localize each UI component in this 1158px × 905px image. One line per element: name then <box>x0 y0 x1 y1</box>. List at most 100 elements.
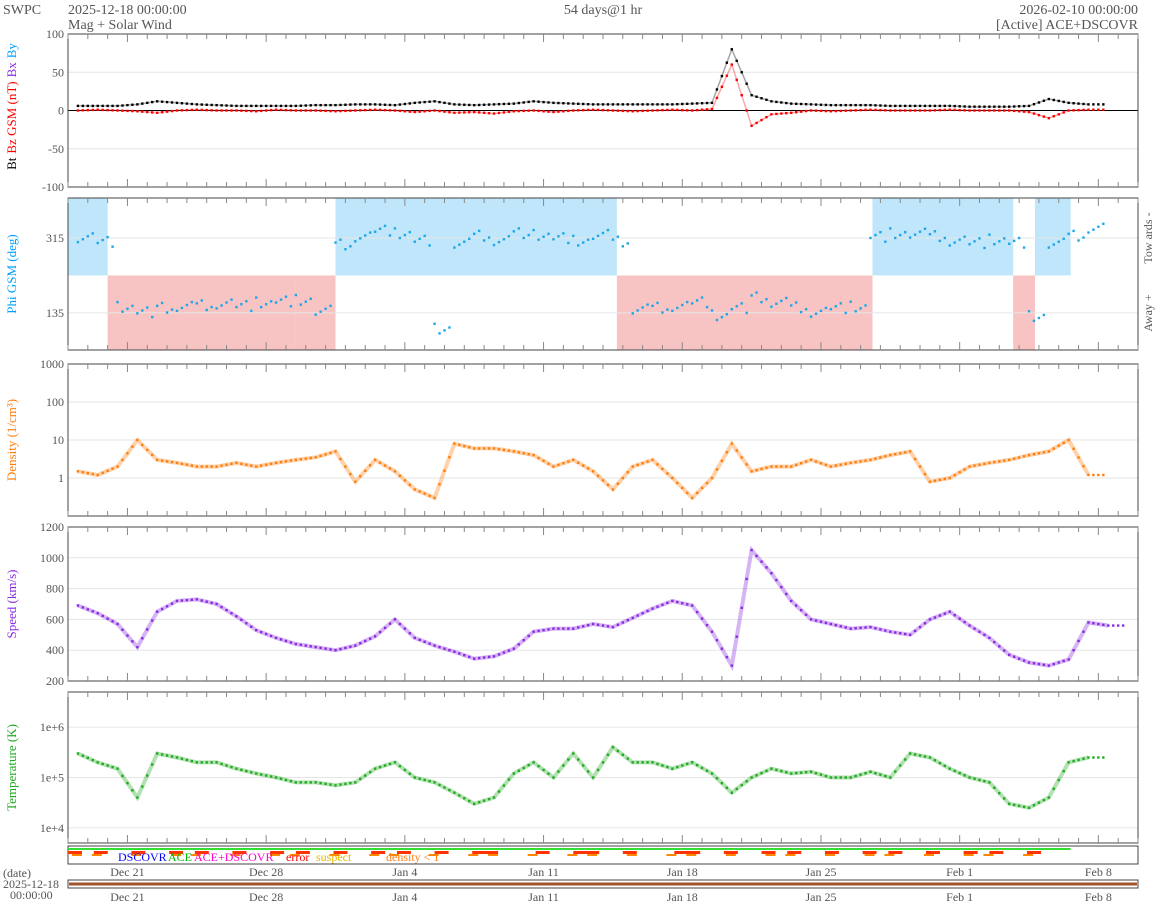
data-point <box>715 88 719 91</box>
data-point <box>101 614 104 618</box>
data-point <box>814 460 818 463</box>
data-point <box>770 305 773 308</box>
error-flag <box>68 851 82 854</box>
data-point <box>180 109 184 112</box>
y-tick-label: -50 <box>48 142 64 156</box>
data-point <box>542 768 545 772</box>
data-point <box>468 446 471 449</box>
data-point <box>973 109 976 112</box>
legend-suspect: suspect <box>316 850 352 864</box>
data-point <box>1012 109 1016 113</box>
data-point <box>165 110 169 113</box>
data-point <box>1092 473 1095 477</box>
data-point <box>700 296 704 299</box>
data-point <box>235 109 238 112</box>
data-point <box>591 622 595 626</box>
data-point <box>349 645 352 648</box>
data-point <box>294 293 298 297</box>
data-point <box>121 458 124 462</box>
data-point <box>794 102 798 106</box>
data-point <box>170 602 174 605</box>
data-point <box>398 109 402 113</box>
data-point <box>720 459 724 463</box>
data-point <box>453 442 456 445</box>
data-point <box>220 464 223 467</box>
data-point <box>284 778 288 782</box>
data-point <box>448 102 451 105</box>
data-point <box>844 776 847 779</box>
data-point <box>1022 110 1026 113</box>
data-point <box>1003 797 1006 800</box>
data-point <box>641 306 644 309</box>
data-point <box>200 465 203 468</box>
data-point <box>354 109 357 112</box>
data-point <box>185 598 189 602</box>
data-point <box>443 647 446 650</box>
data-point <box>309 109 312 112</box>
data-point <box>1121 624 1125 627</box>
data-point <box>1022 104 1026 108</box>
data-point <box>423 778 426 782</box>
data-point <box>547 772 550 775</box>
data-point <box>507 102 511 106</box>
data-point <box>121 109 124 112</box>
data-point <box>745 463 748 466</box>
data-point <box>814 312 818 315</box>
x-tick-label: Jan 4 <box>392 865 417 879</box>
data-point <box>378 108 382 112</box>
data-point <box>844 103 847 107</box>
data-point <box>334 241 337 244</box>
data-point <box>923 622 927 625</box>
density-flag <box>924 854 934 856</box>
data-point <box>874 772 877 775</box>
data-point <box>200 761 203 764</box>
data-point <box>567 460 570 463</box>
data-source: [Active] ACE+DSCOVR <box>996 18 1139 33</box>
data-point <box>725 451 729 454</box>
data-point <box>547 628 550 631</box>
data-point <box>700 617 704 620</box>
data-point <box>86 471 90 475</box>
data-point <box>780 299 783 303</box>
data-point <box>274 636 278 640</box>
data-point <box>349 103 352 106</box>
data-point <box>408 230 412 234</box>
data-point <box>755 774 758 777</box>
data-point <box>309 297 312 300</box>
data-point <box>928 480 932 483</box>
data-point <box>131 445 134 448</box>
data-point <box>1072 102 1075 105</box>
data-point <box>874 233 877 237</box>
data-point <box>889 104 892 108</box>
data-point <box>492 796 496 799</box>
data-point <box>854 310 857 313</box>
data-point <box>155 111 159 114</box>
data-point <box>760 560 763 563</box>
data-point <box>220 104 223 107</box>
data-point <box>621 476 625 480</box>
data-point <box>205 308 208 312</box>
data-point <box>844 462 847 465</box>
data-point <box>1003 237 1006 240</box>
data-point <box>151 453 154 457</box>
data-point <box>264 302 268 306</box>
data-point <box>958 471 961 474</box>
y-tick-label: 0 <box>58 104 64 118</box>
data-point <box>814 619 818 622</box>
data-point <box>195 465 198 468</box>
data-point <box>626 757 629 760</box>
data-point <box>423 110 426 113</box>
data-point <box>165 460 169 463</box>
data-point <box>1032 319 1036 323</box>
data-point <box>760 118 763 122</box>
data-point <box>988 461 991 465</box>
data-point <box>517 227 520 230</box>
data-point <box>651 103 654 106</box>
data-point <box>497 111 501 115</box>
data-point <box>438 332 441 335</box>
data-point <box>269 634 273 638</box>
data-point <box>864 459 867 462</box>
data-point <box>735 787 738 791</box>
data-point <box>141 637 144 640</box>
data-point <box>408 632 412 635</box>
